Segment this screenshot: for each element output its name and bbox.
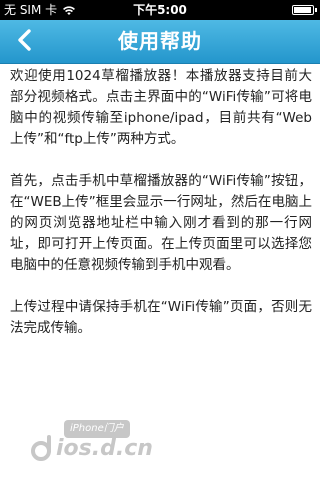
status-bar: 无 SIM 卡 下午5:00 [0,0,320,20]
battery-icon [292,5,317,15]
watermark: iPhone门户 ios.d.cn [20,416,153,468]
help-paragraph-steps: 首先，点击手机中草榴播放器的“WiFi传输”按钮，在“WEB上传”框里会显示一行… [10,173,312,273]
watermark-text: ios.d.cn [56,436,153,461]
status-time: 下午5:00 [133,3,187,17]
help-content: 欢迎使用1024草榴播放器！本播放器支持目前大部分视频格式。点击主界面中的“Wi… [10,66,312,360]
page-title: 使用帮助 [118,29,202,53]
help-paragraph-note: 上传过程中请保持手机在“WiFi传输”页面，否则无法完成传输。 [10,299,312,336]
watermark-logo-icon [30,434,56,466]
help-paragraph-intro: 欢迎使用1024草榴播放器！本播放器支持目前大部分视频格式。点击主界面中的“Wi… [10,68,312,147]
navigation-bar: 使用帮助 [0,20,320,64]
